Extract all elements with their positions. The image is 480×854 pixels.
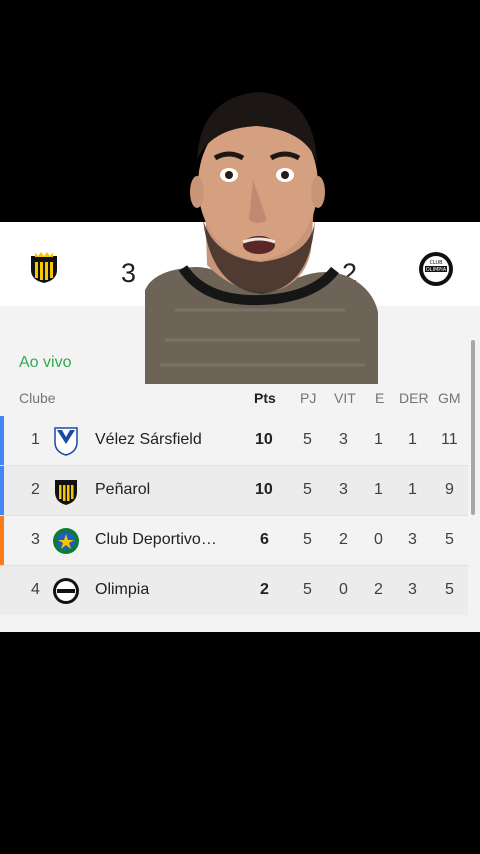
played: 5 bbox=[303, 581, 312, 598]
presenter-video-overlay bbox=[145, 92, 378, 384]
club-name[interactable]: Club Deportivo Guaraní bbox=[95, 531, 220, 549]
losses: 1 bbox=[408, 431, 417, 448]
draws: 1 bbox=[374, 431, 383, 448]
header-der[interactable]: DER bbox=[399, 390, 429, 406]
olimpia-crest-icon bbox=[53, 578, 79, 604]
club-name[interactable]: Olimpia bbox=[95, 581, 220, 599]
draws: 2 bbox=[374, 581, 383, 598]
losses: 3 bbox=[408, 581, 417, 598]
club-name[interactable]: Peñarol bbox=[95, 481, 220, 499]
points: 2 bbox=[260, 581, 269, 598]
header-e[interactable]: E bbox=[375, 390, 384, 406]
points: 10 bbox=[255, 481, 273, 498]
wins: 3 bbox=[339, 481, 348, 498]
velez-crest-icon bbox=[54, 427, 78, 456]
wins: 0 bbox=[339, 581, 348, 598]
header-pts[interactable]: Pts bbox=[254, 390, 276, 406]
goals-for: 5 bbox=[445, 531, 454, 548]
losses: 1 bbox=[408, 481, 417, 498]
table-row[interactable]: 1 Vélez Sársfield 10 5 3 1 1 11 bbox=[0, 416, 468, 466]
wins: 2 bbox=[339, 531, 348, 548]
row-position: 4 bbox=[31, 581, 40, 598]
header-gm[interactable]: GM bbox=[438, 390, 461, 406]
home-score: 3 bbox=[121, 258, 137, 288]
goals-for: 11 bbox=[441, 431, 458, 448]
header-vit[interactable]: VIT bbox=[334, 390, 356, 406]
row-position: 1 bbox=[31, 431, 40, 448]
row-position: 3 bbox=[31, 531, 40, 548]
goals-for: 9 bbox=[445, 481, 454, 498]
points: 6 bbox=[260, 531, 269, 548]
played: 5 bbox=[303, 531, 312, 548]
played: 5 bbox=[303, 481, 312, 498]
row-position: 2 bbox=[31, 481, 40, 498]
club-name[interactable]: Vélez Sársfield bbox=[95, 431, 220, 449]
playoff-marker bbox=[0, 516, 4, 565]
header-pj[interactable]: PJ bbox=[300, 390, 316, 406]
wins: 3 bbox=[339, 431, 348, 448]
guarani-crest-icon bbox=[53, 528, 79, 554]
goals-for: 5 bbox=[445, 581, 454, 598]
played: 5 bbox=[303, 431, 312, 448]
table-row[interactable]: 2 Peñarol 10 5 3 1 1 9 bbox=[0, 466, 468, 516]
qualify-marker bbox=[0, 466, 4, 515]
draws: 1 bbox=[374, 481, 383, 498]
olimpia-crest-icon: OLIMPIA CLUB bbox=[419, 252, 453, 286]
table-row[interactable]: 3 Club Deportivo Guaraní 6 5 2 0 3 5 bbox=[0, 516, 468, 566]
header-club[interactable]: Clube bbox=[19, 390, 56, 406]
penarol-crest-icon bbox=[31, 252, 57, 283]
svg-text:CLUB: CLUB bbox=[429, 260, 443, 266]
table-scrollbar[interactable] bbox=[471, 340, 475, 515]
svg-text:OLIMPIA: OLIMPIA bbox=[426, 267, 447, 273]
qualify-marker bbox=[0, 416, 4, 465]
penarol-crest-icon bbox=[55, 480, 77, 505]
losses: 3 bbox=[408, 531, 417, 548]
points: 10 bbox=[255, 431, 273, 448]
table-row[interactable]: 4 Olimpia 2 5 0 2 3 5 bbox=[0, 566, 468, 615]
live-status: Ao vivo bbox=[19, 354, 72, 371]
draws: 0 bbox=[374, 531, 383, 548]
